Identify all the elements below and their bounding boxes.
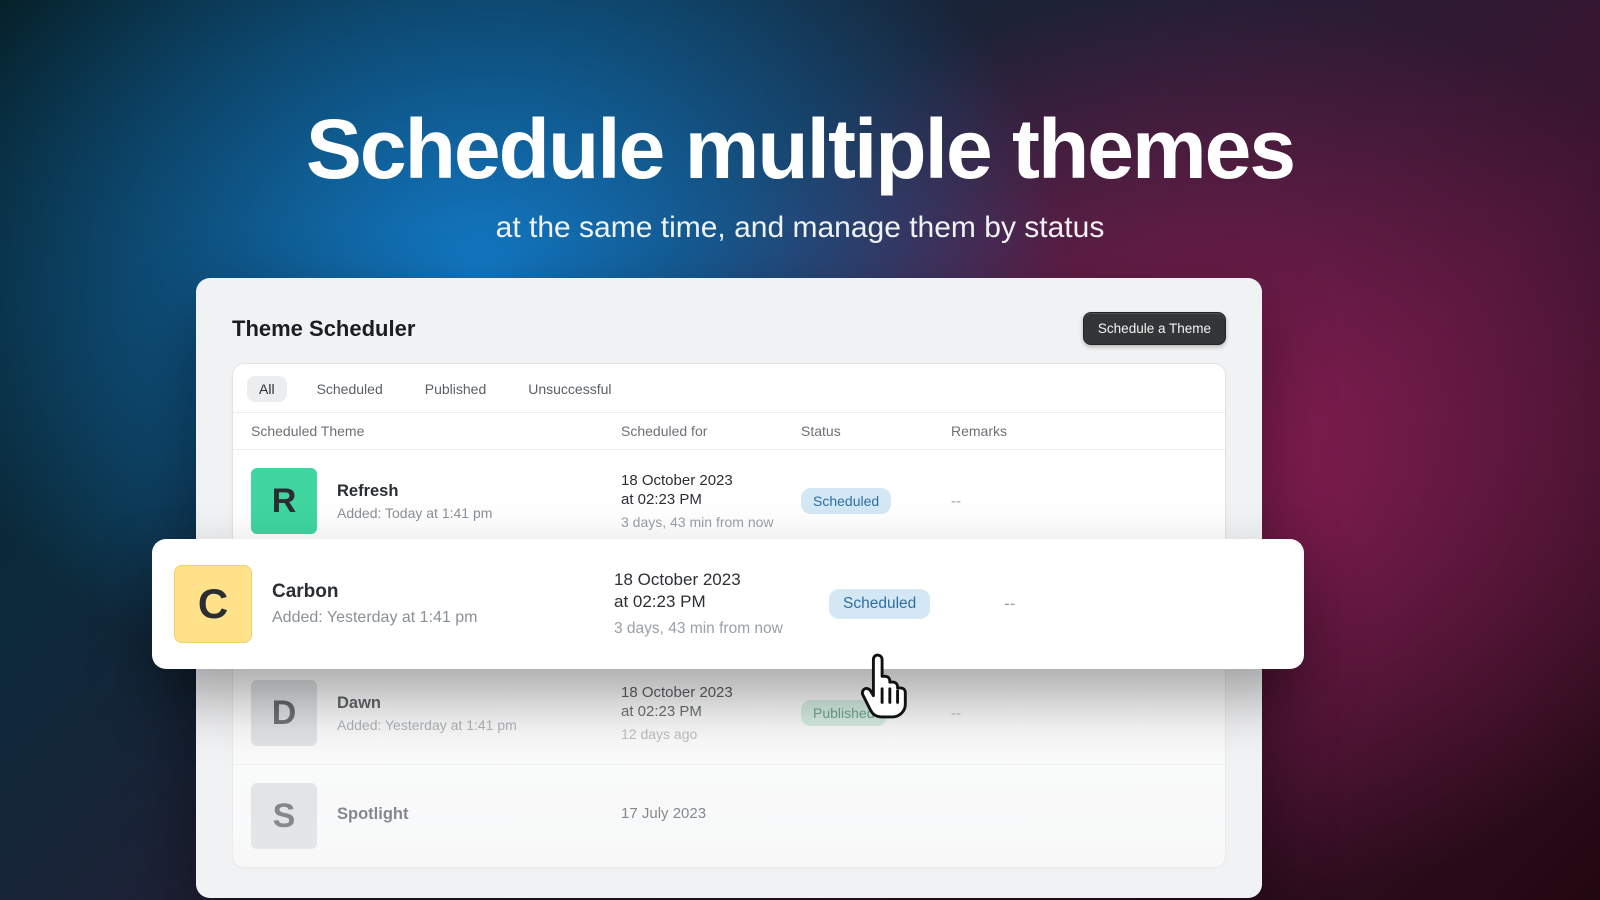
tab-all[interactable]: All [247,376,287,402]
scheduled-date: 18 October 2023 [614,570,829,590]
theme-swatch: R [251,468,317,534]
hero-title: Schedule multiple themes [0,105,1600,193]
remarks-cell: -- [951,493,1207,510]
scheduled-date: 18 October 2023 [621,472,801,489]
scheduled-date: 17 July 2023 [621,805,801,822]
theme-added: Added: Yesterday at 1:41 pm [337,717,517,733]
theme-swatch: C [174,565,252,643]
tab-unsuccessful[interactable]: Unsuccessful [516,376,623,402]
col-status: Status [801,423,951,439]
scheduled-relative: 3 days, 43 min from now [621,514,801,530]
tab-scheduled[interactable]: Scheduled [305,376,395,402]
theme-name: Spotlight [337,805,408,824]
scheduled-relative: 3 days, 43 min from now [614,620,829,638]
schedule-theme-button[interactable]: Schedule a Theme [1083,312,1226,345]
hero-subtitle: at the same time, and manage them by sta… [0,211,1600,245]
table-row[interactable]: S Spotlight 17 July 2023 [233,765,1225,867]
hero: Schedule multiple themes at the same tim… [0,0,1600,245]
col-remarks: Remarks [951,423,1207,439]
table-row[interactable]: R Refresh Added: Today at 1:41 pm 18 Oct… [233,450,1225,553]
remarks-cell: -- [951,705,1207,722]
theme-swatch: S [251,783,317,849]
highlighted-row[interactable]: C Carbon Added: Yesterday at 1:41 pm 18 … [152,539,1304,669]
tab-published[interactable]: Published [413,376,499,402]
col-scheduled-for: Scheduled for [621,423,801,439]
theme-added: Added: Yesterday at 1:41 pm [272,609,477,627]
col-scheduled-theme: Scheduled Theme [251,423,621,439]
scheduled-date: 18 October 2023 [621,684,801,701]
scheduled-time: at 02:23 PM [614,592,829,612]
status-badge: Published [801,700,887,726]
theme-name: Carbon [272,581,477,603]
theme-swatch: D [251,680,317,746]
table-header: Scheduled Theme Scheduled for Status Rem… [233,413,1225,450]
scheduled-time: at 02:23 PM [621,703,801,720]
card-title: Theme Scheduler [232,316,415,342]
scheduled-relative: 12 days ago [621,726,801,742]
status-badge: Scheduled [829,589,930,619]
table-row[interactable]: D Dawn Added: Yesterday at 1:41 pm 18 Oc… [233,662,1225,765]
status-tabs: All Scheduled Published Unsuccessful [233,364,1225,413]
theme-name: Dawn [337,694,517,713]
theme-name: Refresh [337,482,492,501]
theme-added: Added: Today at 1:41 pm [337,505,492,521]
remarks-cell: -- [1004,594,1282,614]
status-badge: Scheduled [801,488,891,514]
scheduled-time: at 02:23 PM [621,491,801,508]
